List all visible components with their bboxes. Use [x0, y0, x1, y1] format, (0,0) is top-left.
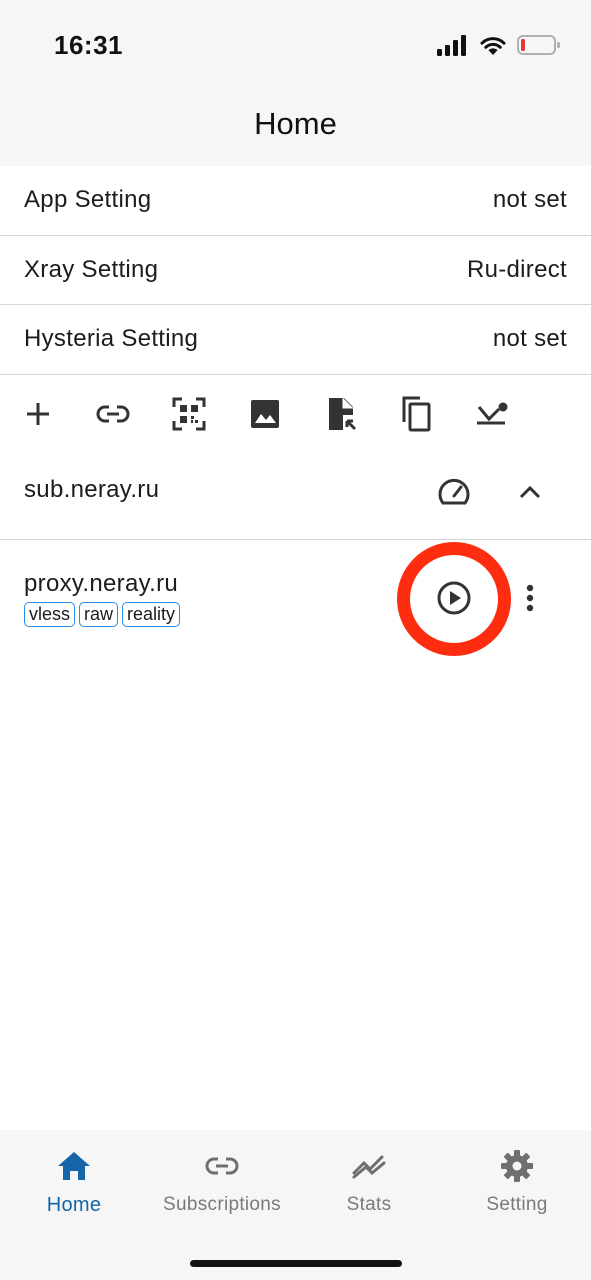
more-options-button[interactable] — [512, 576, 548, 620]
bottom-tab-bar: Home Subscriptions Stats Setting — [0, 1130, 591, 1280]
sort-icon — [477, 402, 508, 425]
home-icon — [56, 1148, 92, 1184]
setting-label: App Setting — [24, 186, 152, 214]
import-image-button[interactable] — [245, 394, 285, 434]
wifi-icon — [479, 34, 507, 61]
cellular-signal-icon — [437, 34, 469, 61]
setting-row-xray[interactable]: Xray Setting Ru-direct — [0, 236, 591, 305]
home-indicator — [190, 1260, 402, 1267]
image-icon — [251, 400, 279, 428]
import-file-button[interactable] — [322, 394, 362, 434]
subscription-group-header: sub.neray.ru — [0, 460, 591, 540]
link-icon — [204, 1148, 240, 1184]
subscription-group-title: sub.neray.ru — [24, 476, 160, 503]
page-title: Home — [254, 106, 337, 141]
security-tag: reality — [122, 602, 181, 627]
tab-subscriptions[interactable]: Subscriptions — [148, 1148, 296, 1216]
nav-bar: Home — [0, 88, 591, 166]
proxy-tags: vless raw reality — [24, 602, 181, 627]
toolbar — [0, 382, 591, 444]
stats-icon — [351, 1148, 387, 1184]
gear-icon — [499, 1148, 535, 1184]
setting-value: not set — [492, 325, 567, 353]
settings-list: App Setting not set Xray Setting Ru-dire… — [0, 166, 591, 375]
tab-label: Subscriptions — [163, 1194, 281, 1215]
tab-setting[interactable]: Setting — [443, 1148, 591, 1216]
setting-row-hysteria[interactable]: Hysteria Setting not set — [0, 305, 591, 375]
chevron-up-icon — [519, 485, 541, 499]
setting-label: Hysteria Setting — [24, 325, 199, 353]
tab-home[interactable]: Home — [0, 1148, 148, 1217]
qr-code-icon — [172, 397, 206, 431]
tab-label: Home — [46, 1194, 102, 1216]
add-icon — [27, 403, 49, 425]
setting-value: not set — [492, 186, 567, 214]
setting-value: Ru-direct — [466, 255, 567, 283]
speed-test-button[interactable] — [432, 470, 476, 514]
connect-play-button[interactable] — [432, 576, 476, 620]
tab-label: Setting — [486, 1194, 548, 1215]
proxy-name: proxy.neray.ru — [24, 570, 179, 597]
setting-row-app[interactable]: App Setting not set — [0, 166, 591, 236]
tab-stats[interactable]: Stats — [295, 1148, 443, 1216]
battery-icon — [517, 34, 561, 61]
status-time: 16:31 — [54, 30, 123, 60]
transport-tag: raw — [79, 602, 119, 627]
status-icons — [437, 34, 561, 61]
more-vertical-icon — [526, 584, 534, 612]
tab-label: Stats — [346, 1194, 392, 1215]
speedometer-icon — [438, 478, 470, 505]
copy-icon — [402, 396, 431, 432]
status-bar: 16:31 — [0, 0, 591, 88]
add-button[interactable] — [18, 394, 58, 434]
file-import-icon — [329, 398, 357, 431]
proxy-list-item[interactable]: proxy.neray.ru vless raw reality — [0, 540, 591, 650]
setting-label: Xray Setting — [24, 255, 159, 283]
sort-button[interactable] — [472, 394, 512, 434]
scan-qr-button[interactable] — [169, 394, 209, 434]
add-link-button[interactable] — [93, 394, 133, 434]
play-circle-icon — [437, 581, 471, 615]
protocol-tag: vless — [24, 602, 76, 627]
collapse-group-button[interactable] — [508, 470, 552, 514]
link-icon — [96, 405, 130, 423]
copy-button[interactable] — [396, 394, 436, 434]
